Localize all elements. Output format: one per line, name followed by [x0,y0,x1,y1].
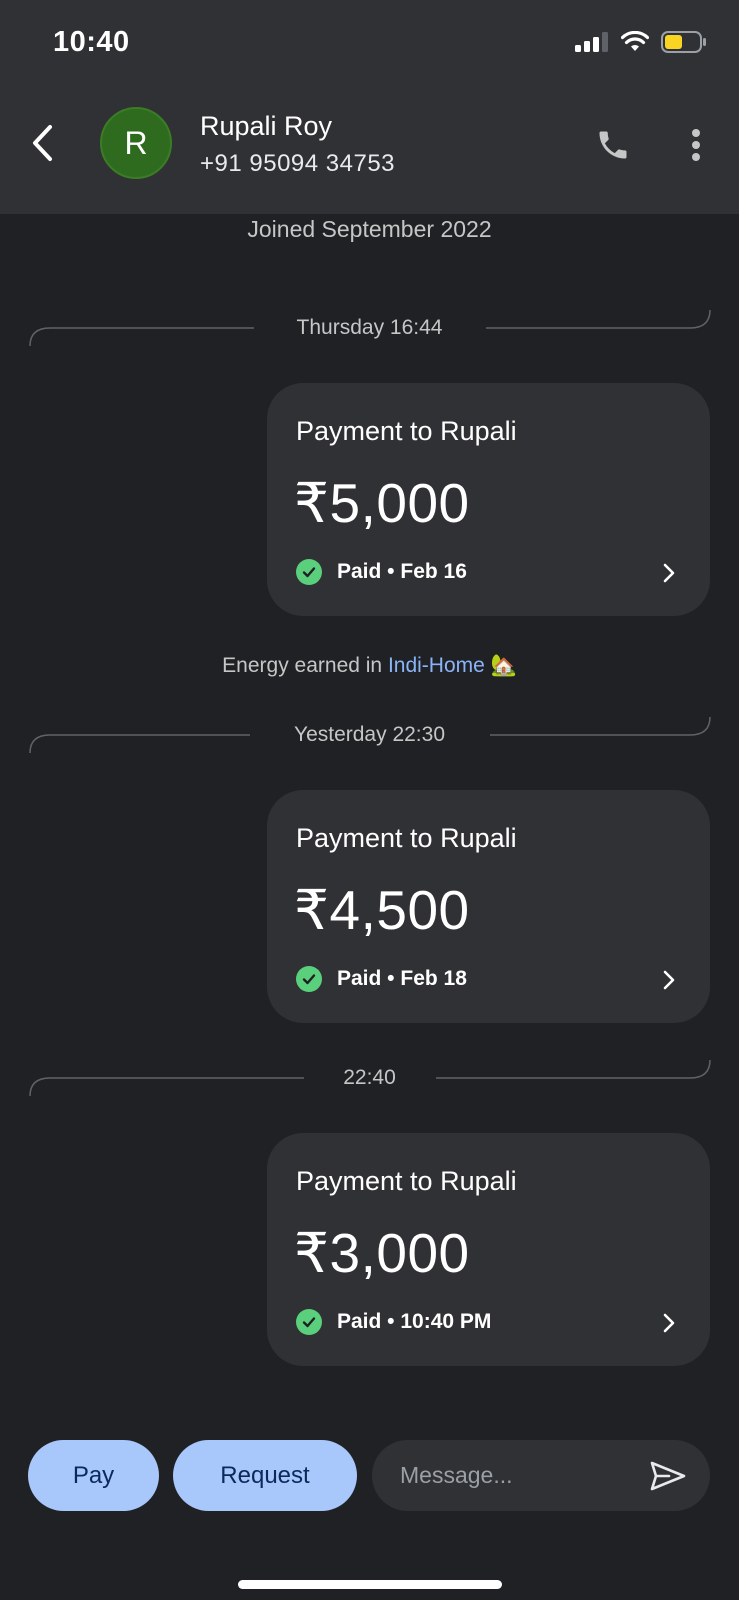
send-button[interactable] [648,1456,688,1496]
message-composer [372,1440,710,1511]
joined-date: Joined September 2022 [247,216,492,242]
status-icons [575,31,707,53]
avatar[interactable]: R [100,107,172,179]
energy-earned-note: Energy earned in Indi-Home 🏡 [0,654,739,678]
contact-name[interactable]: Rupali Roy [200,111,332,142]
payment-title: Payment to Rupali [296,823,517,853]
payment-amount: ₹3,000 [294,1222,470,1284]
payment-status-text: Paid • 10:40 PM [337,1310,492,1333]
timestamp-label: Thursday 16:44 [296,316,443,339]
cellular-signal-icon [575,32,608,52]
check-circle-icon [296,559,322,585]
check-circle-icon [296,1309,322,1335]
energy-link[interactable]: Indi-Home [388,654,485,677]
house-icon: 🏡 [490,654,517,677]
payment-amount: ₹5,000 [294,472,470,534]
energy-prefix: Energy earned in [222,654,388,677]
check-circle-icon [296,966,322,992]
chat-screen: 10:40 R Rupali Roy +91 95094 34753 Joine… [0,0,739,1600]
pay-button[interactable]: Pay [28,1440,159,1511]
wifi-icon [621,31,649,51]
back-arrow-icon [33,125,52,161]
payment-card[interactable]: Payment to Rupali ₹4,500 Paid • Feb 18 [267,790,710,1023]
send-icon [650,1461,686,1491]
timestamp-label: Yesterday 22:30 [293,723,445,746]
payment-title: Payment to Rupali [296,1166,517,1196]
payment-status-text: Paid • Feb 18 [337,967,467,990]
back-button[interactable] [22,118,62,168]
phone-icon [599,131,627,159]
battery-icon [661,31,706,53]
payment-amount: ₹4,500 [294,879,470,941]
call-button[interactable] [590,122,636,168]
chevron-right-icon [658,1311,680,1335]
payment-status-text: Paid • Feb 16 [337,560,467,583]
request-button[interactable]: Request [173,1440,357,1511]
payment-card[interactable]: Payment to Rupali ₹3,000 Paid • 10:40 PM [267,1133,710,1366]
payment-title: Payment to Rupali [296,416,517,446]
payment-status: Paid • 10:40 PM [296,1309,491,1335]
contact-phone: +91 95094 34753 [200,150,396,177]
payment-card[interactable]: Payment to Rupali ₹5,000 Paid • Feb 16 [267,383,710,616]
timestamp-label: 22:40 [343,1066,396,1089]
home-indicator[interactable] [238,1580,502,1589]
chevron-right-icon [658,561,680,585]
status-time: 10:40 [53,26,130,58]
chat-header: 10:40 R Rupali Roy +91 95094 34753 [0,0,739,214]
chevron-right-icon [658,968,680,992]
payment-status: Paid • Feb 16 [296,559,467,585]
more-options-button[interactable] [680,122,712,168]
message-input[interactable] [400,1440,630,1511]
payment-status: Paid • Feb 18 [296,966,467,992]
more-vert-icon [692,129,700,161]
